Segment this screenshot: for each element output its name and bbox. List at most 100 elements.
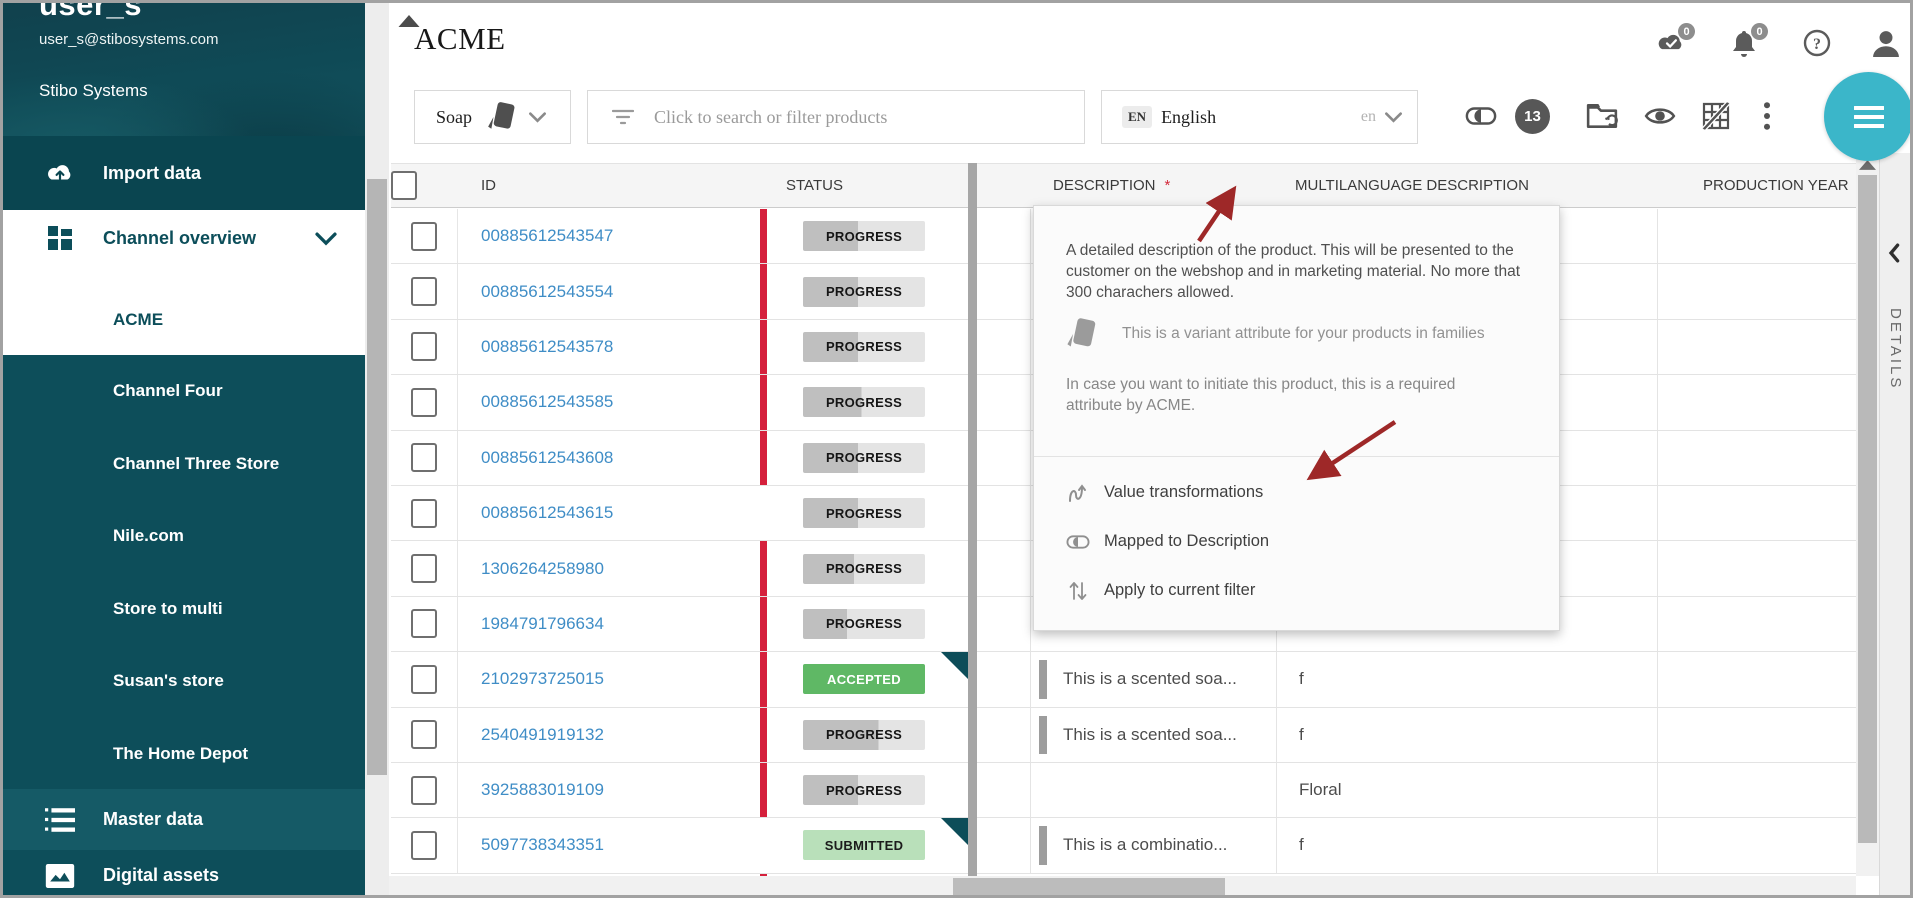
dashboard-icon <box>45 226 75 250</box>
search-placeholder: Click to search or filter products <box>654 106 888 127</box>
sidebar-subitem-channel-three-store[interactable]: Channel Three Store <box>3 428 365 501</box>
production-year-cell[interactable] <box>1658 597 1856 651</box>
multilanguage-text: f <box>1299 724 1304 744</box>
help-icon[interactable]: ? <box>1802 29 1832 57</box>
scroll-up-arrow-icon[interactable] <box>1859 160 1876 170</box>
product-id-link[interactable]: 00885612543608 <box>481 448 613 468</box>
column-header-multilanguage[interactable]: MULTILANGUAGE DESCRIPTION <box>1277 164 1658 207</box>
production-year-cell[interactable] <box>1658 209 1856 263</box>
sidebar-item-channel-overview[interactable]: Channel overview <box>3 210 365 266</box>
production-year-cell[interactable] <box>1658 708 1856 762</box>
production-year-cell[interactable] <box>1658 541 1856 595</box>
popup-menu-item-value-transformations[interactable]: Value transformations <box>1034 468 1559 517</box>
sidebar-subitem-the-home-depot[interactable]: The Home Depot <box>3 718 365 791</box>
product-id-link[interactable]: 00885612543585 <box>481 392 613 412</box>
product-id-link[interactable]: 00885612543547 <box>481 226 613 246</box>
sidebar-subitem-susan-s-store[interactable]: Susan's store <box>3 645 365 718</box>
column-header-production-year[interactable]: PRODUCTION YEAR <box>1658 164 1856 207</box>
profile-icon[interactable] <box>1871 29 1901 57</box>
description-cell[interactable] <box>1031 762 1277 818</box>
eye-icon[interactable] <box>1644 102 1676 130</box>
notifications-bell-icon[interactable]: 0 <box>1729 23 1768 57</box>
product-id-link[interactable]: 00885612543615 <box>481 503 613 523</box>
select-all-checkbox[interactable] <box>391 171 417 200</box>
sidebar-item-acme-selected[interactable]: ACME <box>3 291 365 349</box>
sidebar-scrollbar[interactable] <box>365 3 389 895</box>
horizontal-scrollbar-thumb[interactable] <box>953 878 1225 895</box>
sort-updown-icon <box>1066 579 1090 603</box>
context-dropdown[interactable]: Soap <box>414 90 571 144</box>
sidebar-subitem-store-to-multi[interactable]: Store to multi <box>3 573 365 646</box>
edited-indicator <box>1039 715 1047 754</box>
status-badge: PROGRESS <box>803 331 925 362</box>
popup-menu-label: Apply to current filter <box>1104 581 1256 599</box>
red-flag-indicator <box>760 596 767 652</box>
product-id-link[interactable]: 00885612543554 <box>481 282 613 302</box>
expand-details-icon[interactable] <box>1888 243 1900 263</box>
popup-menu-item-apply-to-current-filter[interactable]: Apply to current filter <box>1034 566 1559 615</box>
multilanguage-cell[interactable]: f <box>1277 707 1658 762</box>
production-year-cell[interactable] <box>1658 320 1856 374</box>
row-checkbox[interactable] <box>411 554 437 584</box>
production-year-cell[interactable] <box>1658 763 1856 817</box>
row-checkbox[interactable] <box>411 221 437 251</box>
description-cell[interactable]: This is a combinatio... <box>1031 818 1277 873</box>
table-vertical-scrollbar[interactable] <box>1856 156 1879 876</box>
row-checkbox[interactable] <box>411 387 437 417</box>
language-selector[interactable]: EN English en <box>1101 90 1418 144</box>
production-year-cell[interactable] <box>1658 431 1856 485</box>
table-horizontal-scrollbar[interactable] <box>365 876 1856 895</box>
description-cell[interactable]: This is a scented soa... <box>1031 707 1277 762</box>
hamburger-icon <box>1853 105 1884 128</box>
mappings-count-badge[interactable]: 13 <box>1515 99 1550 134</box>
grid-crossed-icon[interactable] <box>1700 102 1732 130</box>
sidebar-item-master-data[interactable]: Master data <box>3 789 365 850</box>
sidebar-subitem-label: Channel Four <box>113 381 223 401</box>
product-id-link[interactable]: 2540491919132 <box>481 725 604 745</box>
row-checkbox[interactable] <box>411 498 437 528</box>
vertical-scrollbar-thumb[interactable] <box>1858 175 1877 843</box>
production-year-cell[interactable] <box>1658 486 1856 540</box>
sidebar-subitem-nile-com[interactable]: Nile.com <box>3 500 365 573</box>
tasks-cloud-icon[interactable]: 0 <box>1656 23 1695 57</box>
popup-menu-item-mapped-to-description[interactable]: Mapped to Description <box>1034 517 1559 566</box>
column-header-id[interactable]: ID <box>458 164 760 207</box>
row-checkbox[interactable] <box>411 664 437 694</box>
multilanguage-cell[interactable]: Floral <box>1277 762 1658 818</box>
product-id-link[interactable]: 3925883019109 <box>481 780 604 800</box>
row-checkbox[interactable] <box>411 720 437 750</box>
sidebar-subitem-channel-four[interactable]: Channel Four <box>3 355 365 428</box>
product-id-link[interactable]: 00885612543578 <box>481 337 613 357</box>
production-year-cell[interactable] <box>1658 652 1856 706</box>
row-checkbox[interactable] <box>411 332 437 362</box>
row-checkbox[interactable] <box>411 443 437 473</box>
product-id-link[interactable]: 2102973725015 <box>481 669 604 689</box>
search-input[interactable]: Click to search or filter products <box>587 90 1085 144</box>
product-id-link[interactable]: 5097738343351 <box>481 835 604 855</box>
production-year-cell[interactable] <box>1658 375 1856 429</box>
sidebar-item-import-data[interactable]: Import data <box>3 136 365 210</box>
folder-sync-icon[interactable] <box>1586 102 1618 130</box>
multilanguage-cell[interactable]: f <box>1277 652 1658 707</box>
product-id-link[interactable]: 1984791796634 <box>481 614 604 634</box>
multilanguage-cell[interactable]: f <box>1277 818 1658 873</box>
sidebar-scrollbar-thumb[interactable] <box>367 179 387 775</box>
row-checkbox[interactable] <box>411 775 437 805</box>
column-splitter[interactable] <box>968 163 977 876</box>
sidebar-item-digital-assets[interactable]: Digital assets <box>3 850 365 895</box>
row-checkbox[interactable] <box>411 277 437 307</box>
kebab-menu-icon[interactable] <box>1761 102 1773 130</box>
column-header-description[interactable]: DESCRIPTION * <box>1031 164 1277 207</box>
production-year-cell[interactable] <box>1658 264 1856 318</box>
product-id-link[interactable]: 1306264258980 <box>481 559 604 579</box>
row-checkbox[interactable] <box>411 830 437 860</box>
description-cell[interactable]: This is a scented soa... <box>1031 652 1277 707</box>
details-panel-strip[interactable]: DETAILS <box>1879 153 1910 895</box>
production-year-cell[interactable] <box>1658 818 1856 872</box>
row-checkbox[interactable] <box>411 609 437 639</box>
mapped-icon[interactable] <box>1465 102 1497 130</box>
chevron-down-icon[interactable] <box>315 232 337 246</box>
column-header-status[interactable]: STATUS <box>760 164 968 207</box>
required-note: In case you want to initiate this produc… <box>1066 376 1456 414</box>
main-menu-fab[interactable] <box>1824 72 1910 161</box>
